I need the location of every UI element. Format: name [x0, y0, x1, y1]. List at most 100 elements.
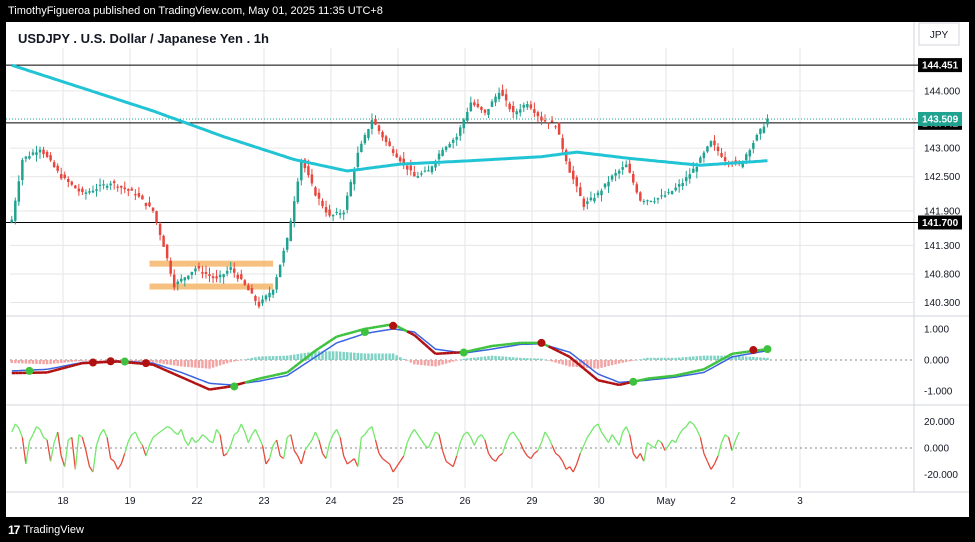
support-zone[interactable] — [149, 283, 274, 290]
candle-body — [296, 181, 300, 203]
candle-body — [653, 201, 656, 203]
macd-histogram-bar — [536, 358, 540, 360]
candle-body — [723, 157, 727, 162]
macd-line-segment — [618, 382, 623, 387]
time-tick-label: 30 — [593, 496, 605, 507]
macd-tick-label: 1.000 — [924, 324, 949, 335]
candle-body — [10, 219, 14, 223]
candle-body — [268, 292, 271, 298]
logo-text: TradingView — [23, 524, 84, 536]
candle-body — [127, 189, 130, 191]
macd-histogram-bar — [197, 360, 201, 368]
candle-body — [511, 105, 515, 113]
candle-body — [603, 183, 607, 188]
macd-histogram-bar — [395, 355, 398, 360]
macd-line-segment — [371, 325, 376, 329]
macd-histogram-bar — [564, 360, 568, 366]
candle-body — [575, 177, 579, 187]
macd-line-segment — [682, 372, 687, 376]
candle-body — [540, 116, 543, 121]
macd-histogram-bar — [684, 357, 688, 360]
time-tick-label: 3 — [797, 496, 803, 507]
macd-line-segment — [555, 348, 560, 353]
candle-body — [571, 170, 575, 180]
macd-cross-marker — [25, 366, 34, 375]
macd-histogram-bar — [490, 355, 494, 360]
candle-body — [335, 211, 338, 213]
candle-body — [91, 190, 95, 193]
resistance-zone[interactable] — [149, 260, 274, 267]
macd-histogram-bar — [296, 354, 300, 360]
candle-body — [762, 126, 766, 133]
candle-body — [17, 181, 21, 202]
macd-line-segment — [562, 352, 567, 357]
macd-line-segment — [375, 325, 380, 329]
macd-histogram-bar — [515, 357, 518, 360]
macd-histogram-bar — [660, 357, 663, 360]
macd-histogram-bar — [501, 356, 504, 360]
candle-body — [356, 152, 360, 167]
candle-body — [695, 166, 699, 172]
macd-histogram-bar — [748, 356, 752, 360]
time-tick-label: 2 — [730, 496, 736, 507]
macd-histogram-bar — [568, 360, 571, 367]
candle-body — [141, 195, 144, 200]
candle-body — [77, 188, 81, 192]
candle-body — [632, 174, 635, 183]
candle-body — [409, 165, 413, 171]
candle-body — [257, 301, 261, 307]
candle-body — [95, 189, 98, 191]
macd-line-segment — [339, 333, 345, 337]
candle-body — [607, 181, 610, 187]
candle-body — [614, 173, 617, 176]
macd-cross-marker — [763, 345, 772, 354]
candle-body — [423, 170, 427, 172]
tradingview-logo[interactable]: 17 TradingView — [8, 523, 84, 537]
macd-histogram-bar — [250, 357, 254, 360]
candle-body — [42, 149, 45, 155]
macd-histogram-bar — [293, 354, 296, 360]
macd-line-segment — [696, 368, 701, 373]
chart-area[interactable]: 144.000143.000142.500141.900141.300140.8… — [6, 22, 969, 517]
macd-histogram-bar — [406, 360, 409, 361]
candle-body — [310, 174, 314, 184]
macd-histogram-bar — [430, 360, 434, 367]
candle-body — [123, 187, 127, 190]
macd-line-segment — [191, 380, 196, 385]
candle-body — [536, 112, 540, 117]
macd-histogram-bar — [81, 360, 84, 361]
macd-histogram-bar — [240, 360, 243, 361]
macd-histogram-bar — [716, 355, 720, 360]
macd-line-segment — [177, 374, 182, 379]
candle-body — [469, 102, 473, 112]
macd-histogram-bar — [441, 360, 444, 365]
macd-line-segment — [276, 372, 281, 376]
candle-body — [211, 276, 215, 279]
candle-body — [275, 277, 278, 290]
macd-line-segment — [209, 387, 214, 391]
macd-histogram-bar — [289, 355, 292, 360]
macd-histogram-bar — [356, 352, 360, 360]
macd-line-segment — [67, 364, 73, 369]
macd-histogram-bar — [476, 357, 480, 360]
macd-histogram-bar — [194, 360, 197, 368]
macd-histogram-bar — [63, 360, 66, 363]
macd-cross-marker — [389, 321, 398, 330]
macd-line-segment — [198, 383, 203, 388]
macd-histogram-bar — [257, 356, 261, 360]
macd-histogram-bar — [628, 360, 631, 362]
candle-body — [98, 184, 102, 186]
macd-line-segment — [689, 370, 694, 374]
candle-body — [490, 101, 494, 107]
currency-label: JPY — [930, 30, 949, 41]
macd-histogram-bar — [656, 357, 660, 360]
time-tick-label: 25 — [392, 496, 404, 507]
macd-line-segment — [547, 345, 553, 350]
candle-body — [649, 200, 653, 202]
macd-line-segment — [163, 368, 168, 373]
candle-body — [229, 267, 232, 270]
macd-histogram-bar — [681, 357, 684, 360]
candle-body — [321, 200, 324, 207]
macd-line-segment — [75, 362, 80, 367]
macd-histogram-bar — [49, 360, 52, 365]
